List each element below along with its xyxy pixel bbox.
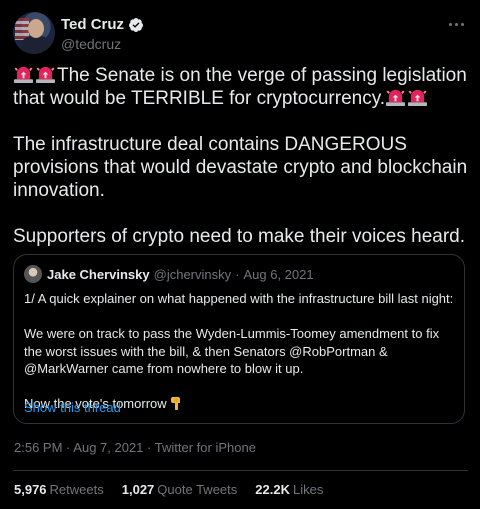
quoted-author-name: Jake Chervinsky <box>47 266 150 282</box>
author-name[interactable]: Ted Cruz <box>61 16 124 33</box>
likes-count: 22.2K <box>255 482 290 497</box>
timestamp-separator: · <box>66 440 71 455</box>
pointing-down-icon <box>171 397 181 411</box>
tweet-paragraph-2: The infrastructure deal contains DANGERO… <box>13 134 473 201</box>
author-handle[interactable]: @tedcruz <box>61 36 121 52</box>
tweet-paragraph-3: Supporters of crypto need to make their … <box>13 226 466 247</box>
quoted-author-avatar <box>24 265 42 283</box>
quoted-tweet-header: Jake Chervinsky @jchervinsky · Aug 6, 20… <box>24 265 314 283</box>
police-car-light-icon <box>408 89 428 107</box>
quoted-tweet-card[interactable]: Jake Chervinsky @jchervinsky · Aug 6, 20… <box>13 254 465 424</box>
likes-label: Likes <box>292 482 324 497</box>
engagement-stats: 5,976 Retweets 1,027 Quote Tweets 22.2K Lik… <box>14 482 341 497</box>
more-options-icon[interactable] <box>446 16 466 32</box>
tweet-source[interactable]: Twitter for iPhone <box>155 440 256 455</box>
quoted-paragraph-2: We were on track to pass the Wyden-Lummi… <box>24 326 440 376</box>
author-avatar[interactable] <box>13 12 55 54</box>
quoted-date: Aug 6, 2021 <box>243 266 314 282</box>
avatar-face <box>28 19 44 38</box>
tweet-date[interactable]: Aug 7, 2021 <box>73 440 143 455</box>
verified-badge-icon <box>129 17 144 32</box>
tweet-time[interactable]: 2:56 PM <box>14 440 62 455</box>
timestamp-separator: · <box>147 440 152 455</box>
quote-tweets-stat[interactable]: 1,027 Quote Tweets <box>122 482 238 497</box>
likes-stat[interactable]: 22.2K Likes <box>255 482 323 497</box>
quoted-paragraph-1: 1/ A quick explainer on what happened wi… <box>24 291 454 306</box>
retweets-stat[interactable]: 5,976 Retweets <box>14 482 104 497</box>
retweets-label: Retweets <box>49 482 104 497</box>
author-name-row[interactable]: Ted Cruz <box>61 16 144 33</box>
tweet-paragraph-1: The Senate is on the verge of passing le… <box>13 64 473 110</box>
show-thread-link[interactable]: Show this thread <box>24 400 121 415</box>
quoted-author-handle: @jchervinsky <box>153 266 232 282</box>
police-car-light-icon <box>386 89 406 107</box>
divider <box>13 470 468 471</box>
quote-tweets-label: Quote Tweets <box>157 482 238 497</box>
quoted-tweet-text: 1/ A quick explainer on what happened wi… <box>24 290 456 413</box>
tweet-header: Ted Cruz @tedcruz <box>13 12 468 56</box>
tweet-timestamp: 2:56 PM · Aug 7, 2021 · Twitter for iPho… <box>14 440 256 455</box>
avatar-suit <box>21 36 51 54</box>
police-car-light-icon <box>36 66 55 84</box>
quoted-separator: · <box>235 266 240 282</box>
police-car-light-icon <box>14 66 33 84</box>
tweet-text: The Senate is on the verge of passing le… <box>13 64 473 248</box>
retweets-count: 5,976 <box>14 482 47 497</box>
quote-tweets-count: 1,027 <box>121 482 155 497</box>
